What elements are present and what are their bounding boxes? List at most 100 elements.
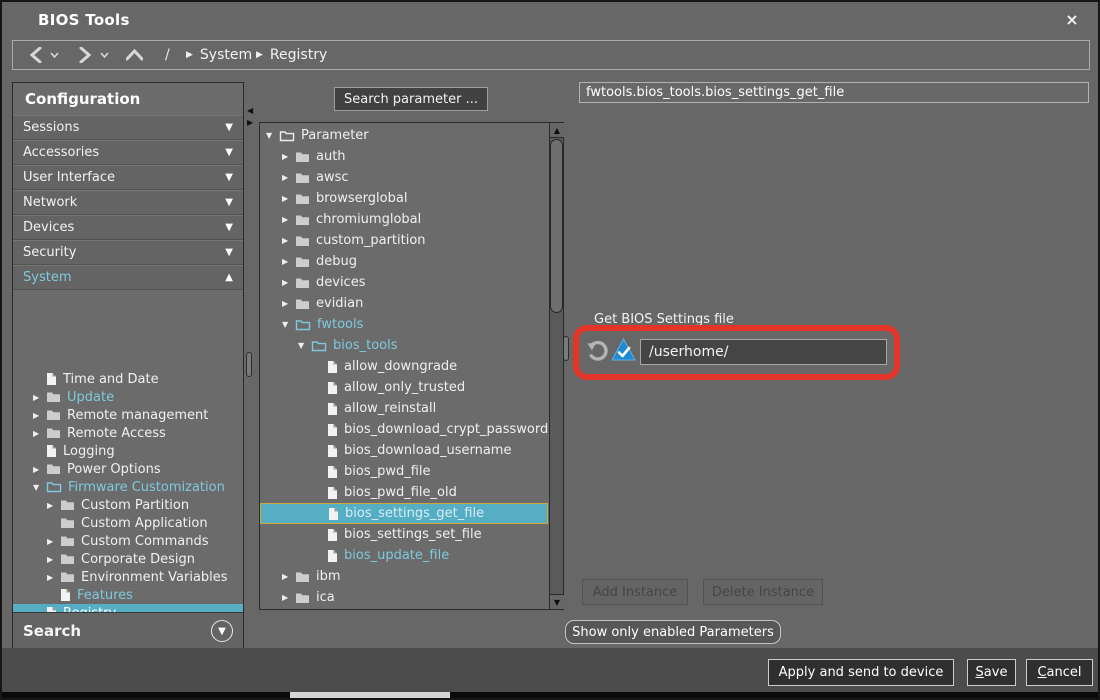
- folder-icon: [60, 553, 75, 565]
- back-button[interactable]: [25, 41, 45, 69]
- expand-icon[interactable]: ▶: [282, 278, 295, 287]
- tree-item-firmware-customization[interactable]: ▼Firmware Customization: [13, 478, 243, 496]
- scroll-up-icon[interactable]: ▲: [550, 123, 564, 138]
- tree-item-bios_download_username[interactable]: bios_download_username: [260, 440, 548, 461]
- cancel-button[interactable]: Cancel: [1026, 659, 1093, 686]
- splitter-grip[interactable]: [246, 352, 252, 377]
- tree-item-corporate-design[interactable]: ▶Corporate Design: [13, 550, 243, 568]
- expand-icon[interactable]: ▶: [282, 257, 295, 266]
- tree-item-devices[interactable]: ▶devices: [260, 272, 548, 293]
- folder-icon: [60, 571, 75, 583]
- sidebar-section-accessories[interactable]: Accessories▼: [13, 140, 243, 165]
- tree-item-auth[interactable]: ▶auth: [260, 146, 548, 167]
- tree-item-awsc[interactable]: ▶awsc: [260, 167, 548, 188]
- sidebar-section-security[interactable]: Security▼: [13, 240, 243, 265]
- breadcrumb-system[interactable]: ▶ System: [186, 41, 252, 69]
- tree-item-custom-partition[interactable]: ▶ Custom Partition: [13, 496, 243, 514]
- tree-item-label: Custom Partition: [81, 498, 189, 513]
- tree-item-chromiumglobal[interactable]: ▶chromiumglobal: [260, 209, 548, 230]
- expand-icon[interactable]: ▶: [33, 429, 46, 438]
- expand-icon[interactable]: ▶: [282, 299, 295, 308]
- save-button[interactable]: Save: [967, 659, 1016, 686]
- tree-item-features[interactable]: Features: [13, 586, 243, 604]
- breadcrumb-registry[interactable]: ▶ Registry: [256, 41, 327, 69]
- tree-item-update[interactable]: ▶Update: [13, 388, 243, 406]
- expand-icon[interactable]: ▶: [47, 573, 60, 582]
- reset-to-default-icon[interactable]: [586, 340, 609, 363]
- expand-icon[interactable]: ▶: [33, 465, 46, 474]
- show-only-enabled-button[interactable]: Show only enabled Parameters: [565, 620, 781, 644]
- tree-item-logging[interactable]: Logging: [13, 442, 243, 460]
- collapse-icon[interactable]: ▼: [33, 483, 46, 492]
- tree-item-power-options[interactable]: ▶Power Options: [13, 460, 243, 478]
- tree-item-evidian[interactable]: ▶evidian: [260, 293, 548, 314]
- expand-icon[interactable]: ▶: [282, 215, 295, 224]
- tree-item-browserglobal[interactable]: ▶browserglobal: [260, 188, 548, 209]
- tree-item-bios_pwd_file_old[interactable]: bios_pwd_file_old: [260, 482, 548, 503]
- breadcrumb-root[interactable]: /: [165, 47, 170, 63]
- search-parameter-button[interactable]: Search parameter ...: [334, 87, 488, 111]
- tree-item-remote-access[interactable]: ▶Remote Access: [13, 424, 243, 442]
- tree-item-custom-commands[interactable]: ▶Custom Commands: [13, 532, 243, 550]
- tree-item-parameter[interactable]: ▼Parameter: [260, 125, 548, 146]
- expand-icon[interactable]: ▶: [33, 393, 46, 402]
- search-section-header[interactable]: Search ▼: [13, 612, 243, 649]
- tree-item-environment-variables[interactable]: ▶Environment Variables: [13, 568, 243, 586]
- sidebar-section-user-interface[interactable]: User Interface▼: [13, 165, 243, 190]
- parameter-path-field[interactable]: fwtools.bios_tools.bios_settings_get_fil…: [579, 82, 1089, 103]
- tree-item-debug[interactable]: ▶debug: [260, 251, 548, 272]
- footer-bar: Apply and send to device Save Cancel: [2, 648, 1098, 692]
- scrollbar[interactable]: ▲ ▼: [549, 123, 563, 609]
- delete-instance-button[interactable]: Delete Instance: [703, 579, 823, 605]
- tree-item-bios_settings_get_file[interactable]: bios_settings_get_file: [260, 503, 548, 524]
- collapse-left-icon[interactable]: ◀: [247, 107, 253, 115]
- up-level-button[interactable]: [123, 41, 145, 69]
- expand-icon[interactable]: ▶: [282, 194, 295, 203]
- tree-item-bios_tools[interactable]: ▼bios_tools: [260, 335, 548, 356]
- sidebar-section-sessions[interactable]: Sessions▼: [13, 115, 243, 140]
- expand-icon[interactable]: ▶: [282, 236, 295, 245]
- expand-search-icon[interactable]: ▼: [211, 620, 233, 642]
- tree-item-custom_partition[interactable]: ▶custom_partition: [260, 230, 548, 251]
- parameter-enabled-checkbox[interactable]: [611, 337, 636, 362]
- tree-item-bios_settings_set_file[interactable]: bios_settings_set_file: [260, 524, 548, 545]
- back-history-dropdown-icon[interactable]: [47, 41, 61, 69]
- folder-icon: [295, 592, 310, 604]
- tree-item-custom-application[interactable]: Custom Application: [13, 514, 243, 532]
- tree-item-time-and-date[interactable]: Time and Date: [13, 370, 243, 388]
- expand-icon[interactable]: ▶: [33, 411, 46, 420]
- expand-right-icon[interactable]: ▶: [247, 119, 253, 127]
- scroll-down-icon[interactable]: ▼: [550, 594, 564, 609]
- collapse-icon[interactable]: ▼: [298, 341, 311, 350]
- expand-icon[interactable]: ▶: [282, 173, 295, 182]
- collapse-icon[interactable]: ▼: [266, 131, 279, 140]
- tree-item-ibm[interactable]: ▶ibm: [260, 566, 548, 587]
- apply-and-send-button[interactable]: Apply and send to device: [768, 659, 954, 686]
- add-instance-button[interactable]: Add Instance: [582, 579, 688, 605]
- expand-icon[interactable]: ▶: [47, 537, 60, 546]
- sidebar-section-system[interactable]: System▲: [13, 265, 243, 290]
- collapse-icon[interactable]: ▼: [282, 320, 295, 329]
- expand-icon[interactable]: ▶: [282, 572, 295, 581]
- tree-item-ica[interactable]: ▶ica: [260, 587, 548, 608]
- forward-history-dropdown-icon[interactable]: [97, 41, 111, 69]
- tree-item-remote-management[interactable]: ▶Remote management: [13, 406, 243, 424]
- expand-icon[interactable]: ▶: [282, 593, 295, 602]
- file-icon: [327, 465, 338, 479]
- settings-file-input[interactable]: [640, 339, 887, 365]
- tree-item-fwtools[interactable]: ▼fwtools: [260, 314, 548, 335]
- tree-item-allow_only_trusted[interactable]: allow_only_trusted: [260, 377, 548, 398]
- tree-item-bios_pwd_file[interactable]: bios_pwd_file: [260, 461, 548, 482]
- close-icon[interactable]: ×: [1062, 10, 1082, 30]
- tree-item-bios_download_crypt_password[interactable]: bios_download_crypt_password: [260, 419, 548, 440]
- tree-item-bios_update_file[interactable]: bios_update_file: [260, 545, 548, 566]
- expand-icon[interactable]: ▶: [282, 152, 295, 161]
- tree-item-allow_reinstall[interactable]: allow_reinstall: [260, 398, 548, 419]
- forward-button[interactable]: [75, 41, 95, 69]
- sidebar-section-devices[interactable]: Devices▼: [13, 215, 243, 240]
- expand-icon[interactable]: ▶: [47, 555, 60, 564]
- sidebar-section-network[interactable]: Network▼: [13, 190, 243, 215]
- expand-icon[interactable]: ▶: [47, 501, 60, 510]
- tree-item-allow_downgrade[interactable]: allow_downgrade: [260, 356, 548, 377]
- scrollbar-thumb[interactable]: [550, 139, 563, 313]
